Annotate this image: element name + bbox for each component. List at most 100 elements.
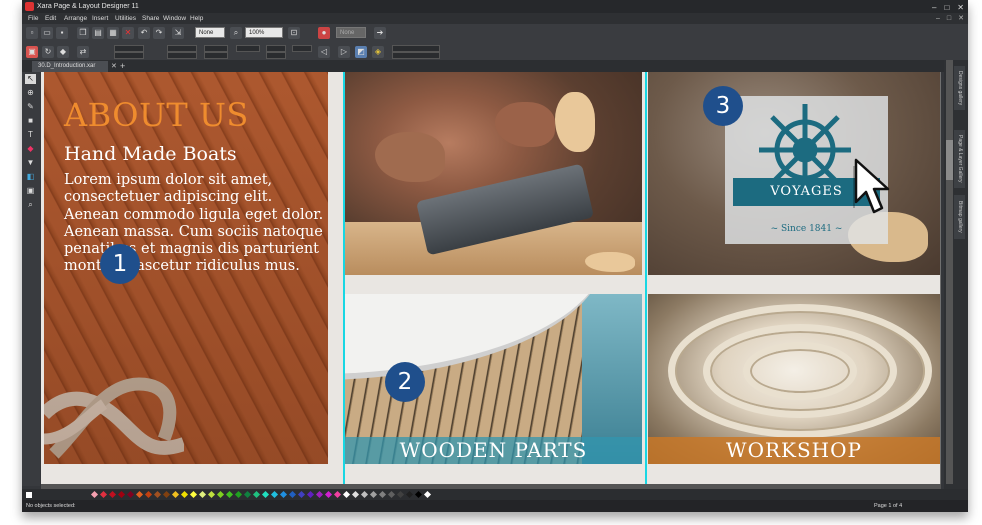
color-swatch[interactable] [414,490,423,499]
delete-icon[interactable]: ✕ [122,27,134,39]
color-swatch[interactable] [360,490,369,499]
color-swatch[interactable] [279,490,288,499]
color-swatch[interactable] [261,490,270,499]
color-swatch[interactable] [351,490,360,499]
height-field[interactable] [167,52,197,59]
new-tab-icon[interactable]: + [120,61,125,72]
snap-icon[interactable]: ◩ [355,46,367,58]
no-color-swatch[interactable] [26,492,32,498]
forward-arrow-icon[interactable]: ➔ [374,27,386,39]
color-swatch[interactable] [234,490,243,499]
color-swatch[interactable] [180,490,189,499]
color-swatch[interactable] [135,490,144,499]
position-a-field[interactable] [392,52,440,59]
clipboard-icon[interactable]: ▦ [107,27,119,39]
angle-field[interactable] [292,45,312,52]
zoom-icon[interactable]: ⌕ [230,27,242,39]
live-copy-icon[interactable]: ● [318,27,330,39]
fill-tool-icon[interactable]: ◆ [25,144,36,154]
paste-icon[interactable]: ▤ [92,27,104,39]
color-swatch[interactable] [369,490,378,499]
color-swatch[interactable] [333,490,342,499]
menu-help[interactable]: Help [190,13,203,24]
color-swatch[interactable] [108,490,117,499]
transform-icon[interactable]: ⇄ [77,46,89,58]
color-swatch[interactable] [252,490,261,499]
doc-close-button[interactable]: ✕ [958,13,964,24]
color-swatch[interactable] [225,490,234,499]
page-indicator[interactable]: Page 1 of 4 [874,500,902,512]
width-field[interactable] [167,45,197,52]
disabled-dropdown[interactable]: None [336,27,366,38]
color-swatch[interactable] [297,490,306,499]
skew-field[interactable] [266,52,286,59]
vertical-scroll-thumb[interactable] [946,140,953,180]
color-swatch[interactable] [144,490,153,499]
color-swatch[interactable] [171,490,180,499]
live-effects-tool-icon[interactable]: ⌕ [25,200,36,210]
menu-file[interactable]: File [28,13,38,24]
designs-gallery-tab[interactable]: Designs gallery [954,66,965,110]
caption-wooden-parts[interactable]: WOODEN PARTS [345,437,642,464]
color-swatch[interactable] [396,490,405,499]
color-swatch[interactable] [207,490,216,499]
zoom-dropdown[interactable]: 100% [245,27,283,38]
menu-window[interactable]: Window [163,13,186,24]
color-swatch[interactable] [423,490,432,499]
color-swatch[interactable] [153,490,162,499]
scale-x-field[interactable] [204,45,228,52]
rotate-handles-icon[interactable]: ↻ [42,46,54,58]
undo-icon[interactable]: ↶ [138,27,150,39]
color-swatch[interactable] [216,490,225,499]
shadow-tool-icon[interactable]: ◧ [25,172,36,182]
save-icon[interactable]: ▪ [56,27,68,39]
color-swatch[interactable] [315,490,324,499]
tab-close-icon[interactable]: ✕ [111,61,117,72]
doc-minimize-button[interactable]: – [936,13,940,24]
select-mode-icon[interactable]: ▣ [26,46,38,58]
vertical-scrollbar[interactable] [946,60,953,484]
selector-tool-icon[interactable]: ↖ [25,74,36,84]
zoom-tool-icon[interactable]: ⊕ [25,88,36,98]
open-folder-icon[interactable]: ▭ [41,27,53,39]
fill-handles-icon[interactable]: ◆ [57,46,69,58]
menu-arrange[interactable]: Arrange [64,13,87,24]
color-swatch[interactable] [117,490,126,499]
about-title[interactable]: ABOUT US [64,96,249,134]
page-layer-gallery-tab[interactable]: Page & Layer Gallery [954,130,965,188]
tag-icon[interactable]: ◈ [372,46,384,58]
color-swatch[interactable] [198,490,207,499]
color-swatch[interactable] [342,490,351,499]
guide-line[interactable] [343,72,345,484]
color-swatch[interactable] [243,490,252,499]
design-canvas[interactable]: ABOUT US Hand Made Boats Lorem ipsum dol… [41,72,941,484]
zoom-to-page-icon[interactable]: ⊡ [288,27,300,39]
menu-insert[interactable]: Insert [92,13,108,24]
color-swatch[interactable] [324,490,333,499]
bitmap-gallery-tab[interactable]: Bitmap gallery [954,195,965,239]
redo-icon[interactable]: ↷ [153,27,165,39]
flip-horizontal-icon[interactable]: ◁ [318,46,330,58]
y-position-field[interactable] [114,52,144,59]
color-swatch[interactable] [405,490,414,499]
color-swatch[interactable] [126,490,135,499]
color-swatch[interactable] [270,490,279,499]
color-swatch[interactable] [99,490,108,499]
color-swatch[interactable] [162,490,171,499]
export-icon[interactable]: ⇲ [172,27,184,39]
menu-utilities[interactable]: Utilities [115,13,136,24]
position-p-field[interactable] [392,45,440,52]
x-position-field[interactable] [114,45,144,52]
color-swatch[interactable] [387,490,396,499]
color-swatch[interactable] [90,490,99,499]
color-swatch[interactable] [306,490,315,499]
color-swatch[interactable] [288,490,297,499]
document-tab[interactable]: 30.D_Introduction.xar [32,61,108,72]
flip-vertical-icon[interactable]: ▷ [338,46,350,58]
transparency-tool-icon[interactable]: ▼ [25,158,36,168]
freehand-tool-icon[interactable]: ✎ [25,102,36,112]
doc-restore-button[interactable]: □ [947,13,951,24]
photo-tool-icon[interactable]: ▣ [25,186,36,196]
guide-line[interactable] [645,72,647,484]
color-swatch[interactable] [378,490,387,499]
